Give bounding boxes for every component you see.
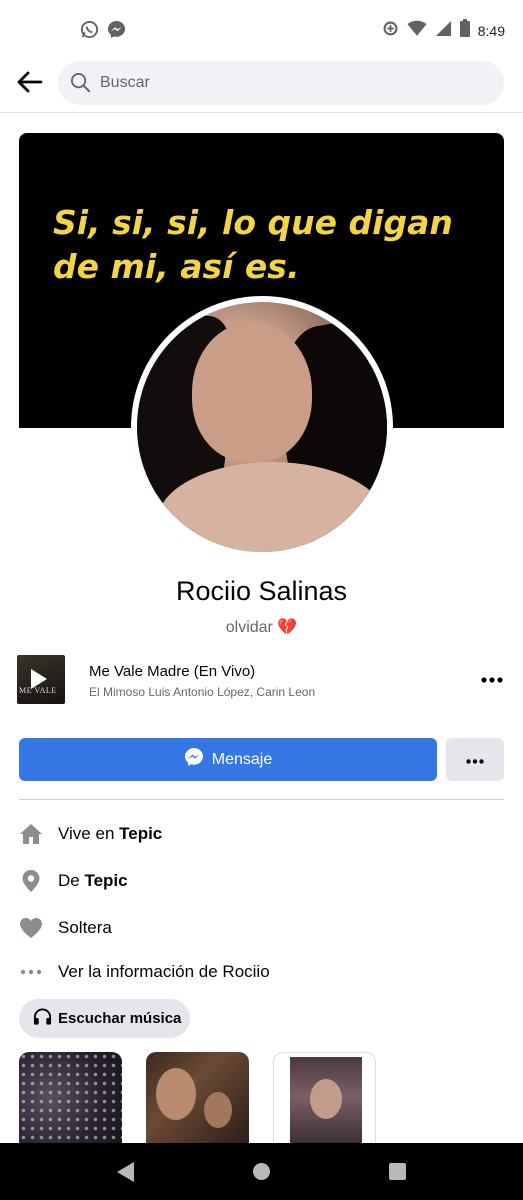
status-time: 8:49 [477,22,505,39]
headphones-icon [33,1007,52,1030]
info-relationship-text: Soltera [58,918,112,937]
album-art[interactable]: ME VALE [17,655,65,704]
listen-music-label: Escuchar música [58,1010,182,1027]
avatar-face [192,322,312,462]
photo-person [310,1079,342,1119]
featured-photo-3[interactable] [273,1052,376,1144]
see-about-info-link[interactable]: Ver la información de Rociio [19,958,499,986]
nav-back-icon[interactable] [117,1162,134,1182]
featured-photo-2[interactable] [146,1052,249,1144]
profile-bio: olvidar 💔 [0,617,523,637]
location-pin-icon [19,869,43,893]
album-label: ME VALE [19,686,57,695]
info-lives-in[interactable]: Vive en Tepic [19,820,499,848]
featured-photo-1[interactable] [19,1052,122,1144]
song-more-button[interactable] [477,667,507,691]
photo-pattern [19,1052,122,1144]
see-about-info-text: Ver la información de Rociio [58,962,270,981]
bio-text: olvidar [225,619,273,636]
nav-home-icon[interactable] [253,1163,270,1180]
nav-recents-icon[interactable] [389,1163,406,1180]
photo-person [204,1092,232,1128]
listen-music-button[interactable]: Escuchar música [19,999,190,1038]
more-horizontal-icon [481,670,503,688]
profile-more-button[interactable] [446,738,504,781]
more-horizontal-icon [466,751,484,769]
search-input[interactable] [100,61,480,105]
section-divider [19,799,504,800]
arrow-left-icon [15,70,43,99]
profile-name: Rociio Salinas [175,576,348,606]
whatsapp-icon [80,20,99,44]
status-system-icons: 8:49 [382,19,505,42]
info-lives-text: Vive en Tepic [58,824,163,843]
status-bar: 8:49 [0,0,523,60]
messenger-icon [184,747,204,772]
photo-image [290,1057,362,1143]
header-divider [0,112,523,113]
wifi-icon [407,20,427,42]
search-bar[interactable] [58,61,504,105]
system-navigation-bar [0,1143,523,1200]
info-from[interactable]: De Tepic [19,867,499,895]
photo-person [156,1068,196,1120]
battery-icon [459,19,470,42]
signal-icon [435,20,452,42]
search-header [0,58,523,110]
info-from-text: De Tepic [58,871,128,890]
back-button[interactable] [12,67,46,101]
profile-song[interactable]: ME VALE Me Vale Madre (En Vivo) El Mimos… [17,655,507,707]
home-icon [19,822,43,846]
messenger-icon [107,20,126,44]
song-artist: El Mimoso Luis Antonio López, Carin Leon [89,685,316,699]
cover-text: Si, si, si, lo que digan de mi, así es. [53,203,453,286]
message-button-label: Mensaje [211,750,273,768]
profile-picture[interactable] [137,302,387,552]
more-horizontal-icon [19,960,43,984]
info-relationship[interactable]: Soltera [19,914,499,942]
search-icon [70,72,91,98]
song-title: Me Vale Madre (En Vivo) [89,663,256,680]
message-button[interactable]: Mensaje [19,738,437,781]
data-saver-icon [382,20,399,42]
status-notifications [80,20,126,44]
heart-icon [19,916,43,940]
broken-heart-icon: 💔 [277,619,298,636]
